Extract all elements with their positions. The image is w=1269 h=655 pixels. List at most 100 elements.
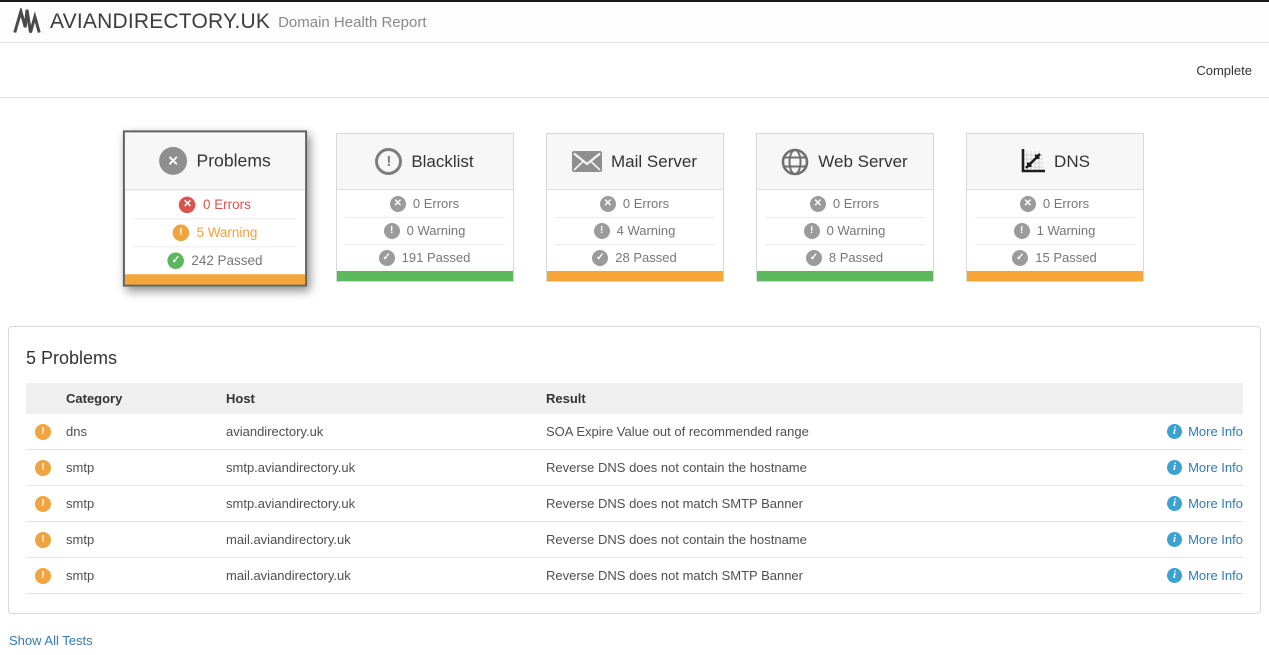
row-category: dns — [66, 424, 226, 439]
row-result: Reverse DNS does not contain the hostnam… — [546, 532, 1118, 547]
row-category: smtp — [66, 568, 226, 583]
pulse-logo-icon — [13, 8, 41, 36]
warning-count: 4 Warning — [617, 223, 676, 238]
row-info-cell: i More Info — [1118, 460, 1243, 475]
warning-circle-icon: ! — [35, 532, 51, 548]
problems-panel-title: 5 Problems — [26, 348, 1243, 369]
info-circle-icon: i — [1167, 424, 1182, 439]
warning-circle-icon: ! — [384, 223, 400, 239]
report-subtitle: Domain Health Report — [278, 14, 426, 31]
card-passed-row: ✓ 8 Passed — [757, 244, 933, 271]
warning-count: 5 Warning — [196, 225, 257, 241]
error-circle-icon: ✕ — [179, 196, 196, 213]
row-status-cell: ! — [26, 532, 66, 548]
card-title: Problems — [196, 151, 270, 172]
category-column-header: Category — [66, 391, 226, 406]
passed-count: 242 Passed — [191, 252, 262, 268]
card-web-server[interactable]: Web Server ✕ 0 Errors ! 0 Warning ✓ 8 Pa… — [756, 133, 934, 282]
passed-count: 28 Passed — [615, 250, 676, 265]
more-info-label: More Info — [1188, 496, 1243, 511]
info-circle-icon: i — [1167, 496, 1182, 511]
navbar: AVIANDIRECTORY.UK Domain Health Report — [0, 2, 1269, 43]
more-info-label: More Info — [1188, 460, 1243, 475]
card-errors-row: ✕ 0 Errors — [337, 190, 513, 217]
row-result: Reverse DNS does not match SMTP Banner — [546, 568, 1118, 583]
card-status-bar — [967, 271, 1143, 281]
warning-circle-icon: ! — [594, 223, 610, 239]
row-info-cell: i More Info — [1118, 568, 1243, 583]
status-bar: Complete — [0, 43, 1269, 98]
card-passed-row: ✓ 191 Passed — [337, 244, 513, 271]
card-status-bar — [124, 274, 304, 284]
warning-circle-icon: ! — [35, 424, 51, 440]
row-result: Reverse DNS does not match SMTP Banner — [546, 496, 1118, 511]
card-title: Web Server — [818, 152, 907, 172]
line-chart-icon — [1019, 149, 1045, 175]
error-circle-icon: ✕ — [1020, 196, 1036, 212]
x-circle-icon: ✕ — [159, 147, 187, 175]
card-dns[interactable]: DNS ✕ 0 Errors ! 1 Warning ✓ 15 Passed — [966, 133, 1144, 282]
row-status-cell: ! — [26, 460, 66, 476]
more-info-link[interactable]: i More Info — [1167, 460, 1243, 475]
more-info-link[interactable]: i More Info — [1167, 496, 1243, 511]
check-circle-icon: ✓ — [592, 250, 608, 266]
card-status-bar — [337, 271, 513, 281]
card-passed-row: ✓ 242 Passed — [124, 246, 304, 274]
check-circle-icon: ✓ — [806, 250, 822, 266]
problems-panel: 5 Problems Category Host Result ! dns av… — [8, 326, 1261, 614]
passed-count: 8 Passed — [829, 250, 883, 265]
row-result: Reverse DNS does not contain the hostnam… — [546, 460, 1118, 475]
card-warning-row: ! 4 Warning — [547, 217, 723, 244]
warning-circle-icon: ! — [1014, 223, 1030, 239]
errors-count: 0 Errors — [623, 196, 669, 211]
warning-circle-icon: ! — [172, 224, 189, 241]
table-header-row: Category Host Result — [26, 383, 1243, 414]
warning-circle-icon: ! — [35, 496, 51, 512]
more-info-link[interactable]: i More Info — [1167, 532, 1243, 547]
card-passed-row: ✓ 15 Passed — [967, 244, 1143, 271]
card-title: DNS — [1054, 152, 1090, 172]
card-mail-server[interactable]: Mail Server ✕ 0 Errors ! 4 Warning ✓ 28 … — [546, 133, 724, 282]
row-info-cell: i More Info — [1118, 532, 1243, 547]
info-circle-icon: i — [1167, 568, 1182, 583]
row-info-cell: i More Info — [1118, 424, 1243, 439]
more-info-link[interactable]: i More Info — [1167, 424, 1243, 439]
check-circle-icon: ✓ — [1012, 250, 1028, 266]
card-errors-row: ✕ 0 Errors — [757, 190, 933, 217]
errors-count: 0 Errors — [833, 196, 879, 211]
card-mail-server-header: Mail Server — [547, 134, 723, 190]
card-web-server-header: Web Server — [757, 134, 933, 190]
more-info-label: More Info — [1188, 568, 1243, 583]
show-all-tests-link[interactable]: Show All Tests — [9, 633, 93, 648]
brand: AVIANDIRECTORY.UK Domain Health Report — [13, 8, 426, 36]
error-circle-icon: ✕ — [810, 196, 826, 212]
error-circle-icon: ✕ — [390, 196, 406, 212]
table-row: ! smtp smtp.aviandirectory.uk Reverse DN… — [26, 486, 1243, 522]
card-errors-row: ✕ 0 Errors — [124, 190, 304, 218]
warning-count: 0 Warning — [827, 223, 886, 238]
more-info-label: More Info — [1188, 424, 1243, 439]
summary-cards-row: ✕ Problems ✕ 0 Errors ! 5 Warning ✓ 242 … — [0, 133, 1269, 298]
row-status-cell: ! — [26, 568, 66, 584]
row-host: mail.aviandirectory.uk — [226, 532, 546, 547]
table-row: ! smtp mail.aviandirectory.uk Reverse DN… — [26, 522, 1243, 558]
row-host: aviandirectory.uk — [226, 424, 546, 439]
info-circle-icon: i — [1167, 460, 1182, 475]
warning-count: 0 Warning — [407, 223, 466, 238]
card-warning-row: ! 0 Warning — [337, 217, 513, 244]
card-warning-row: ! 0 Warning — [757, 217, 933, 244]
errors-count: 0 Errors — [1043, 196, 1089, 211]
row-category: smtp — [66, 460, 226, 475]
scan-status-text: Complete — [1196, 63, 1252, 78]
card-dns-header: DNS — [967, 134, 1143, 190]
row-status-cell: ! — [26, 496, 66, 512]
card-problems[interactable]: ✕ Problems ✕ 0 Errors ! 5 Warning ✓ 242 … — [122, 130, 306, 286]
warning-count: 1 Warning — [1037, 223, 1096, 238]
row-category: smtp — [66, 532, 226, 547]
more-info-link[interactable]: i More Info — [1167, 568, 1243, 583]
row-category: smtp — [66, 496, 226, 511]
row-host: mail.aviandirectory.uk — [226, 568, 546, 583]
card-errors-row: ✕ 0 Errors — [547, 190, 723, 217]
warning-circle-icon: ! — [35, 568, 51, 584]
card-blacklist[interactable]: ! Blacklist ✕ 0 Errors ! 0 Warning ✓ 191… — [336, 133, 514, 282]
